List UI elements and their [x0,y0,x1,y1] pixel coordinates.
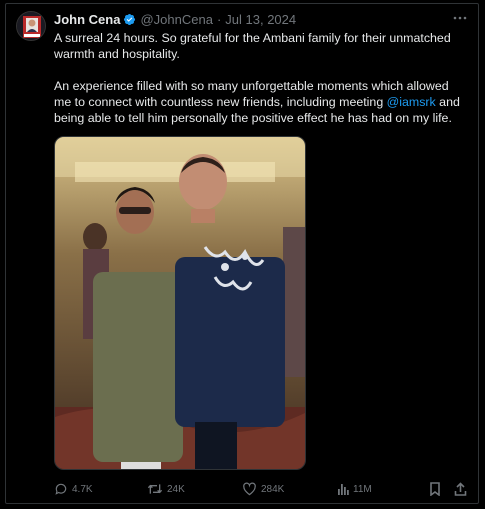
bookmark-icon [430,482,440,496]
repost-button[interactable]: 24K [147,481,185,497]
avatar[interactable] [16,11,46,41]
post-date[interactable]: Jul 13, 2024 [225,12,296,27]
share-button[interactable] [454,481,467,497]
reply-count: 4.7K [72,483,93,495]
views-count: 11M [353,483,372,495]
tweet-text: A surreal 24 hours. So grateful for the … [54,30,469,142]
author-name[interactable]: John Cena [54,12,120,27]
tweet-paragraph-2: An experience filled with so many unforg… [54,78,469,126]
separator-dot: · [216,12,222,27]
more-icon[interactable] [452,13,468,23]
tweet-photo[interactable] [54,136,306,470]
like-button[interactable]: 284K [242,481,284,497]
share-icon [454,482,467,496]
views-icon [338,484,349,495]
repost-icon [147,484,163,494]
like-icon [243,482,256,496]
tweet-header: John Cena @JohnCena · Jul 13, 2024 [54,12,296,27]
mention-link[interactable]: @iamsrk [387,95,436,109]
reply-icon [55,483,67,495]
repost-count: 24K [167,483,185,495]
like-count: 284K [261,483,285,495]
bookmark-button[interactable] [429,481,441,497]
photo-image [55,137,305,469]
action-bar: 4.7K 24K 284K 11M [0,481,485,497]
reply-button[interactable]: 4.7K [54,481,93,497]
tweet-paragraph-1: A surreal 24 hours. So grateful for the … [54,31,451,61]
verified-badge-icon [124,13,136,26]
views-button[interactable]: 11M [337,481,372,497]
author-handle[interactable]: @JohnCena [140,12,212,27]
